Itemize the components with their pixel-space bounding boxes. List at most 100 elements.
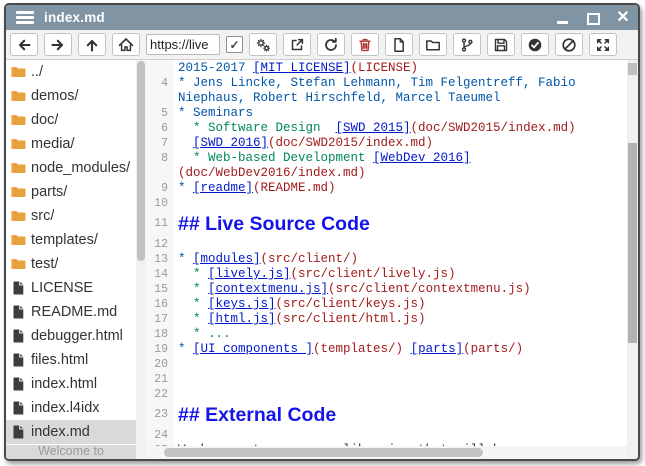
markdown-link[interactable]: [html.js] xyxy=(208,312,276,326)
editor-line[interactable]: 8 * Web-based Development [WebDev 2016] xyxy=(146,151,627,166)
markdown-link[interactable]: [readme] xyxy=(193,181,253,195)
editor-line[interactable]: 20 xyxy=(146,357,627,372)
file-item-label: index.html xyxy=(31,376,97,392)
file-item-files-html[interactable]: files.html xyxy=(6,348,136,372)
editor-line[interactable]: 6 * Software Design [SWD 2015](doc/SWD20… xyxy=(146,121,627,136)
open-external-button[interactable] xyxy=(283,33,311,56)
editor-line[interactable]: 12 xyxy=(146,237,627,252)
block-button[interactable] xyxy=(555,33,583,56)
file-item-src[interactable]: src/ xyxy=(6,204,136,228)
markdown-link[interactable]: [keys.js] xyxy=(208,297,276,311)
markdown-link[interactable]: [contextmenu.js] xyxy=(208,282,328,296)
editor-line[interactable]: 11## Live Source Code xyxy=(146,211,627,237)
settings-button[interactable] xyxy=(249,33,277,56)
file-item-label: debugger.html xyxy=(31,328,123,344)
markdown-link[interactable]: [UI components ] xyxy=(193,342,313,356)
sidebar-scrollbar-thumb[interactable] xyxy=(137,61,145,261)
open-folder-button[interactable] xyxy=(419,33,447,56)
markdown-editor[interactable]: 2015-2017 [MIT LICENSE](LICENSE)4* Jens … xyxy=(146,60,638,459)
markdown-link[interactable]: [parts] xyxy=(411,342,464,356)
file-item-templates[interactable]: templates/ xyxy=(6,228,136,252)
editor-line[interactable]: 7 [SWD 2016](doc/SWD2015/index.md) xyxy=(146,136,627,151)
editor-line[interactable]: 19* [UI components ](templates/) [parts]… xyxy=(146,342,627,357)
editor-vertical-scrollbar-thumb[interactable] xyxy=(628,143,637,343)
sync-checkbox[interactable] xyxy=(226,36,243,53)
editor-line[interactable]: 14 * [lively.js](src/client/lively.js) xyxy=(146,267,627,282)
editor-line[interactable]: 9* [readme](README.md) xyxy=(146,181,627,196)
markdown-link[interactable]: [lively.js] xyxy=(208,267,291,281)
delete-button[interactable] xyxy=(351,33,379,56)
text-segment: * xyxy=(178,312,208,326)
editor-line[interactable]: 10 xyxy=(146,196,627,211)
line-number: 8 xyxy=(146,151,174,166)
code-text: * [readme](README.md) xyxy=(174,181,336,196)
markdown-link[interactable]: [MIT LICENSE] xyxy=(253,61,351,75)
home-button[interactable] xyxy=(112,33,140,56)
git-branch-button[interactable] xyxy=(453,33,481,56)
editor-line[interactable]: (doc/WebDev2016/index.md) xyxy=(146,166,627,181)
markdown-link[interactable]: [WebDev 2016] xyxy=(373,151,471,165)
line-number: 11 xyxy=(146,211,174,237)
close-button[interactable] xyxy=(616,11,630,25)
forward-button[interactable] xyxy=(44,33,72,56)
code-text: * ... xyxy=(174,327,231,342)
open-folder-icon xyxy=(425,37,441,53)
file-item-label: doc/ xyxy=(31,112,58,128)
file-item-parts[interactable]: parts/ xyxy=(6,180,136,204)
text-segment: 2015-2017 xyxy=(178,61,253,75)
maximize-button[interactable] xyxy=(586,11,600,25)
editor-line[interactable]: 22 xyxy=(146,387,627,402)
sidebar-scrollbar[interactable] xyxy=(136,60,146,459)
text-segment: * xyxy=(178,267,208,281)
editor-line[interactable]: Niephaus, Robert Hirschfeld, Marcel Taeu… xyxy=(146,91,627,106)
editor-line[interactable]: 4* Jens Lincke, Stefan Lehmann, Tim Felg… xyxy=(146,76,627,91)
editor-line[interactable]: 13* [modules](src/client/) xyxy=(146,252,627,267)
file-item-README-md[interactable]: README.md xyxy=(6,300,136,324)
minimize-button[interactable] xyxy=(556,11,570,25)
file-item-LICENSE[interactable]: LICENSE xyxy=(6,276,136,300)
editor-line[interactable]: 16 * [keys.js](src/client/keys.js) xyxy=(146,297,627,312)
folder-icon xyxy=(10,112,27,128)
file-item-label: index.l4idx xyxy=(31,400,100,416)
fullscreen-button[interactable] xyxy=(589,33,617,56)
editor-line[interactable]: 23## External Code xyxy=(146,402,627,428)
address-input[interactable] xyxy=(146,34,220,55)
desktop: index.md ../demos/doc/media/node_modules… xyxy=(0,0,645,466)
markdown-link[interactable]: [SWD 2016] xyxy=(193,136,268,150)
file-item-test[interactable]: test/ xyxy=(6,252,136,276)
markdown-link[interactable]: [modules] xyxy=(193,252,261,266)
editor-horizontal-scrollbar[interactable] xyxy=(146,446,627,459)
editor-line[interactable]: 2015-2017 [MIT LICENSE](LICENSE) xyxy=(146,61,627,76)
text-segment: (README.md) xyxy=(253,181,336,195)
home-icon xyxy=(118,37,134,53)
editor-line[interactable]: 18 * ... xyxy=(146,327,627,342)
title-bar[interactable]: index.md xyxy=(6,5,638,30)
new-file-button[interactable] xyxy=(385,33,413,56)
editor-horizontal-scrollbar-thumb[interactable] xyxy=(164,448,483,457)
file-item-debugger-html[interactable]: debugger.html xyxy=(6,324,136,348)
editor-line[interactable]: 21 xyxy=(146,372,627,387)
file-item-media[interactable]: media/ xyxy=(6,132,136,156)
file-item-[interactable]: ../ xyxy=(6,60,136,84)
back-button[interactable] xyxy=(10,33,38,56)
markdown-link[interactable]: [SWD 2015] xyxy=(336,121,411,135)
file-item-index-md[interactable]: index.md xyxy=(6,420,136,444)
file-item-label: LICENSE xyxy=(31,280,93,296)
file-item-index-l4idx[interactable]: index.l4idx xyxy=(6,396,136,420)
file-item-demos[interactable]: demos/ xyxy=(6,84,136,108)
editor-line[interactable]: 17 * [html.js](src/client/html.js) xyxy=(146,312,627,327)
editor-line[interactable]: 24 xyxy=(146,428,627,443)
editor-line[interactable]: 5* Seminars xyxy=(146,106,627,121)
editor-line[interactable]: 15 * [contextmenu.js](src/client/context… xyxy=(146,282,627,297)
file-item-index-html[interactable]: index.html xyxy=(6,372,136,396)
up-button[interactable] xyxy=(78,33,106,56)
save-button[interactable] xyxy=(487,33,515,56)
file-item-node-modules[interactable]: node_modules/ xyxy=(6,156,136,180)
editor-vertical-scrollbar[interactable] xyxy=(627,60,638,459)
code-text: * Web-based Development [WebDev 2016] xyxy=(174,151,471,166)
menu-icon[interactable] xyxy=(16,11,34,24)
refresh-button[interactable] xyxy=(317,33,345,56)
accept-button[interactable] xyxy=(521,33,549,56)
file-item-doc[interactable]: doc/ xyxy=(6,108,136,132)
code-text: * Seminars xyxy=(174,106,253,121)
